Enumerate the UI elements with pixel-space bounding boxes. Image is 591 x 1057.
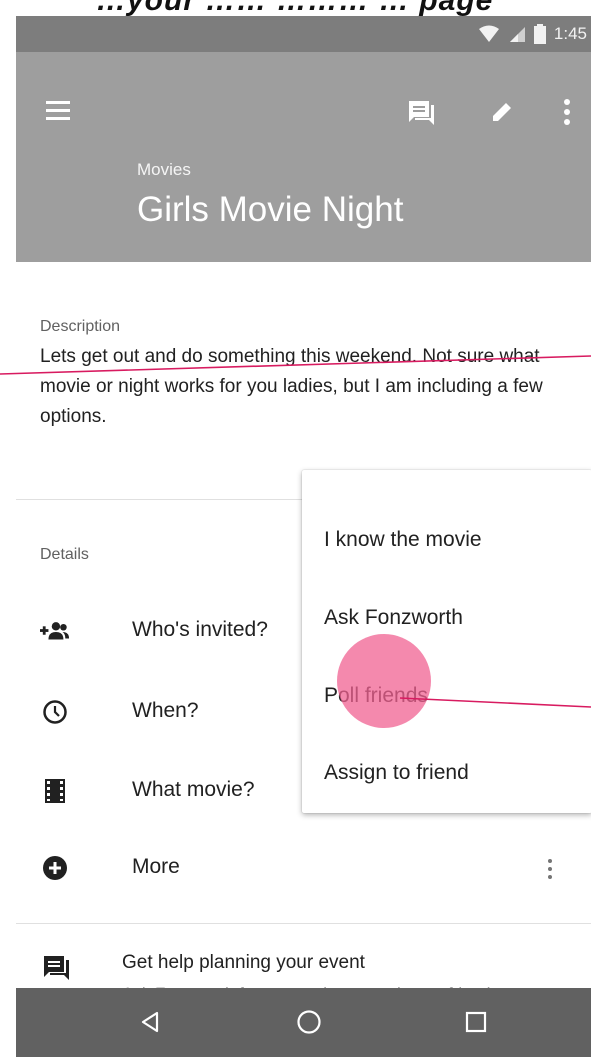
film-icon	[40, 776, 70, 806]
add-circle-icon	[40, 853, 70, 883]
detail-label-movie: What movie?	[132, 778, 255, 801]
more-vert-icon[interactable]	[547, 92, 587, 132]
chat-icon[interactable]	[401, 92, 441, 132]
row-more-vert-icon[interactable]	[545, 857, 555, 881]
status-bar: 1:45	[16, 16, 591, 52]
home-icon[interactable]	[287, 1002, 331, 1042]
battery-icon	[533, 24, 546, 44]
back-icon[interactable]	[128, 1002, 172, 1042]
menu-item-ask-fonzworth[interactable]: Ask Fonzworth	[324, 606, 463, 630]
assign-movie-menu: I know the movie Ask Fonzworth Poll frie…	[302, 470, 591, 813]
edit-icon[interactable]	[482, 92, 522, 132]
detail-label-more: More	[132, 855, 180, 878]
touch-indicator	[337, 634, 431, 728]
caption-fragment: …your …… ……… … page	[96, 0, 493, 16]
description-section: Description Lets get out and do somethin…	[16, 262, 591, 500]
status-time: 1:45	[553, 24, 587, 43]
menu-item-assign-friend[interactable]: Assign to friend	[324, 761, 469, 785]
details-label: Details	[40, 546, 89, 563]
chat-icon	[42, 954, 70, 985]
recents-icon[interactable]	[454, 1002, 498, 1042]
menu-item-know-movie[interactable]: I know the movie	[324, 528, 482, 552]
wifi-icon	[478, 25, 499, 42]
clock-icon	[40, 697, 70, 727]
event-category: Movies	[137, 160, 191, 179]
app-bar: Movies Girls Movie Night	[16, 52, 591, 262]
menu-icon[interactable]	[38, 90, 78, 130]
detail-row-more[interactable]: More	[16, 843, 591, 893]
description-label: Description	[40, 318, 121, 335]
event-title: Girls Movie Night	[137, 190, 404, 229]
detail-label-when: When?	[132, 699, 199, 722]
description-text[interactable]: Lets get out and do something this weeke…	[40, 342, 570, 432]
signal-icon	[509, 27, 525, 42]
caption-strip: …your …… ……… … page	[0, 0, 591, 16]
add-group-icon	[40, 616, 70, 646]
detail-label-invited: Who's invited?	[132, 618, 268, 641]
help-title: Get help planning your event	[122, 952, 365, 973]
navigation-bar	[16, 988, 591, 1057]
